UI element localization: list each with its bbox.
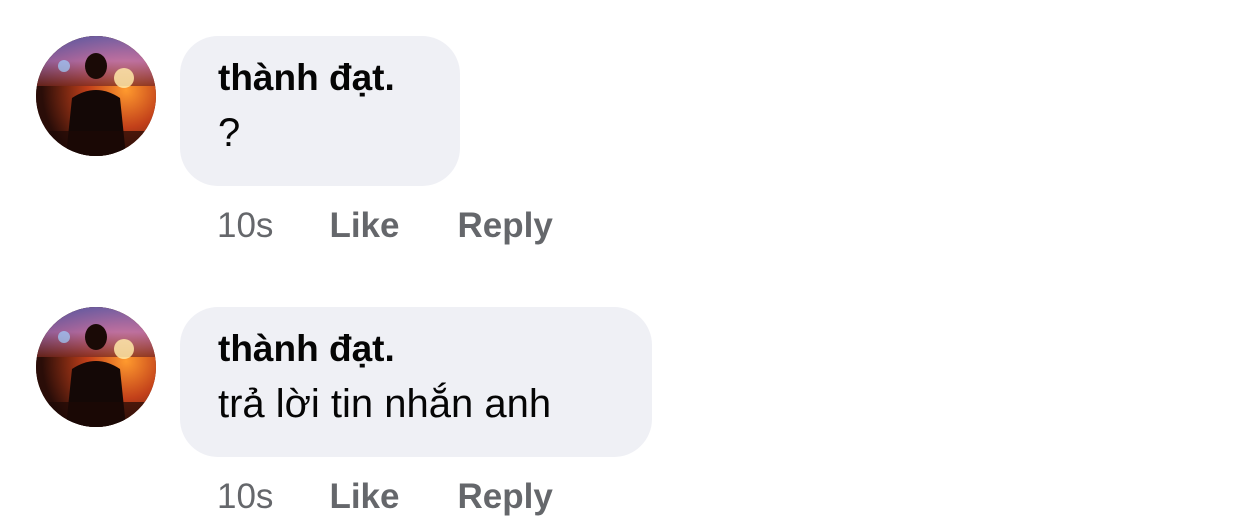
comment-actions: 10s Like Reply <box>217 204 611 248</box>
avatar-photo-icon <box>36 36 156 156</box>
reply-button[interactable]: Reply <box>457 477 552 517</box>
comment-bubble: thành đạt. trả lời tin nhắn anh <box>180 307 652 457</box>
reply-button[interactable]: Reply <box>457 206 552 246</box>
avatar[interactable] <box>36 36 156 156</box>
comment-timestamp[interactable]: 10s <box>217 206 273 246</box>
comment-text: ? <box>218 111 241 155</box>
like-button[interactable]: Like <box>329 477 399 517</box>
comment-actions: 10s Like Reply <box>217 475 611 519</box>
avatar[interactable] <box>36 307 156 427</box>
comment-timestamp[interactable]: 10s <box>217 477 273 517</box>
comment-bubble: thành đạt. ? <box>180 36 460 186</box>
comment-author[interactable]: thành đạt. <box>218 327 614 371</box>
comment-text: trả lời tin nhắn anh <box>218 382 552 426</box>
comment-author[interactable]: thành đạt. <box>218 56 422 100</box>
avatar-photo-icon <box>36 307 156 427</box>
like-button[interactable]: Like <box>329 206 399 246</box>
